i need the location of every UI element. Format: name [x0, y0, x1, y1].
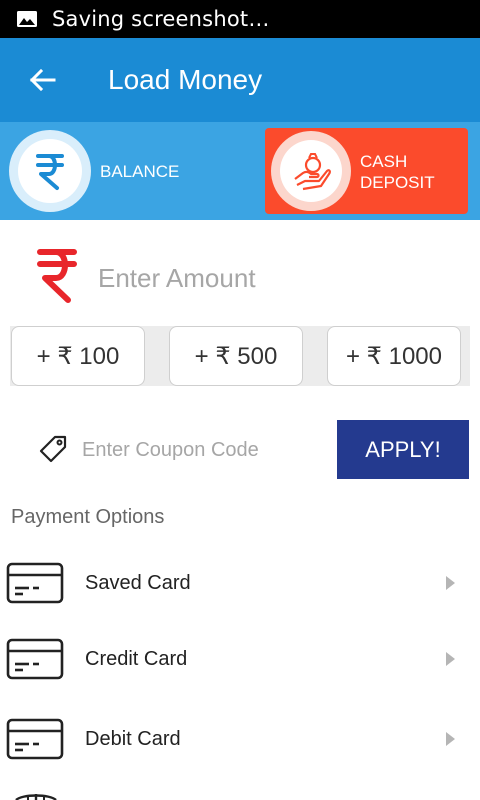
- apply-coupon-button[interactable]: APPLY!: [337, 420, 469, 479]
- cash-deposit-label-line1: CASH: [360, 152, 408, 171]
- money-bag-hand-icon: [294, 153, 331, 191]
- page-title: Load Money: [108, 64, 263, 95]
- payment-options-title: Payment Options: [11, 506, 165, 528]
- wallet-strip: BALANCE CASH DEPOSIT: [0, 122, 480, 220]
- globe-icon: [15, 794, 57, 800]
- cash-deposit-button[interactable]: CASH DEPOSIT: [265, 128, 468, 214]
- back-button[interactable]: [0, 38, 84, 122]
- quick-amount-row: + ₹ 100 + ₹ 500 + ₹ 1000: [10, 326, 470, 386]
- payment-option-label: Debit Card: [85, 728, 181, 750]
- balance-button[interactable]: BALANCE: [0, 122, 262, 220]
- cash-deposit-label-line2: DEPOSIT: [360, 173, 435, 192]
- amount-input[interactable]: [98, 256, 458, 300]
- payment-option-saved-card[interactable]: Saved Card: [0, 546, 480, 622]
- app-bar: Load Money: [0, 38, 480, 122]
- payment-option-debit-card[interactable]: Debit Card: [0, 702, 480, 778]
- rupee-icon: [36, 154, 64, 190]
- amount-row: [0, 240, 480, 316]
- chevron-right-icon: [446, 732, 455, 746]
- quick-amount-1000-button[interactable]: + ₹ 1000: [327, 326, 461, 386]
- chevron-right-icon: [446, 652, 455, 666]
- quick-amount-100-button[interactable]: + ₹ 100: [11, 326, 145, 386]
- card-icon: [6, 562, 64, 604]
- payment-option-label: Saved Card: [85, 572, 191, 594]
- status-text: Saving screenshot…: [52, 7, 270, 31]
- arrow-left-icon: [29, 68, 56, 92]
- cash-deposit-icon-circle: [271, 131, 351, 211]
- card-icon: [6, 638, 64, 680]
- card-icon: [6, 718, 64, 760]
- tag-icon: [39, 435, 67, 463]
- coupon-input[interactable]: [82, 432, 327, 468]
- payment-option-label: Credit Card: [85, 648, 188, 670]
- coupon-row: APPLY!: [0, 420, 480, 480]
- rupee-icon: [37, 249, 77, 303]
- chevron-right-icon: [446, 576, 455, 590]
- quick-amount-500-button[interactable]: + ₹ 500: [169, 326, 303, 386]
- image-icon: [17, 11, 37, 27]
- cash-deposit-label: CASH DEPOSIT: [360, 151, 435, 193]
- status-bar: Saving screenshot…: [0, 0, 480, 38]
- balance-icon-circle: [9, 130, 91, 212]
- balance-label: BALANCE: [100, 162, 180, 181]
- payment-option-credit-card[interactable]: Credit Card: [0, 622, 480, 698]
